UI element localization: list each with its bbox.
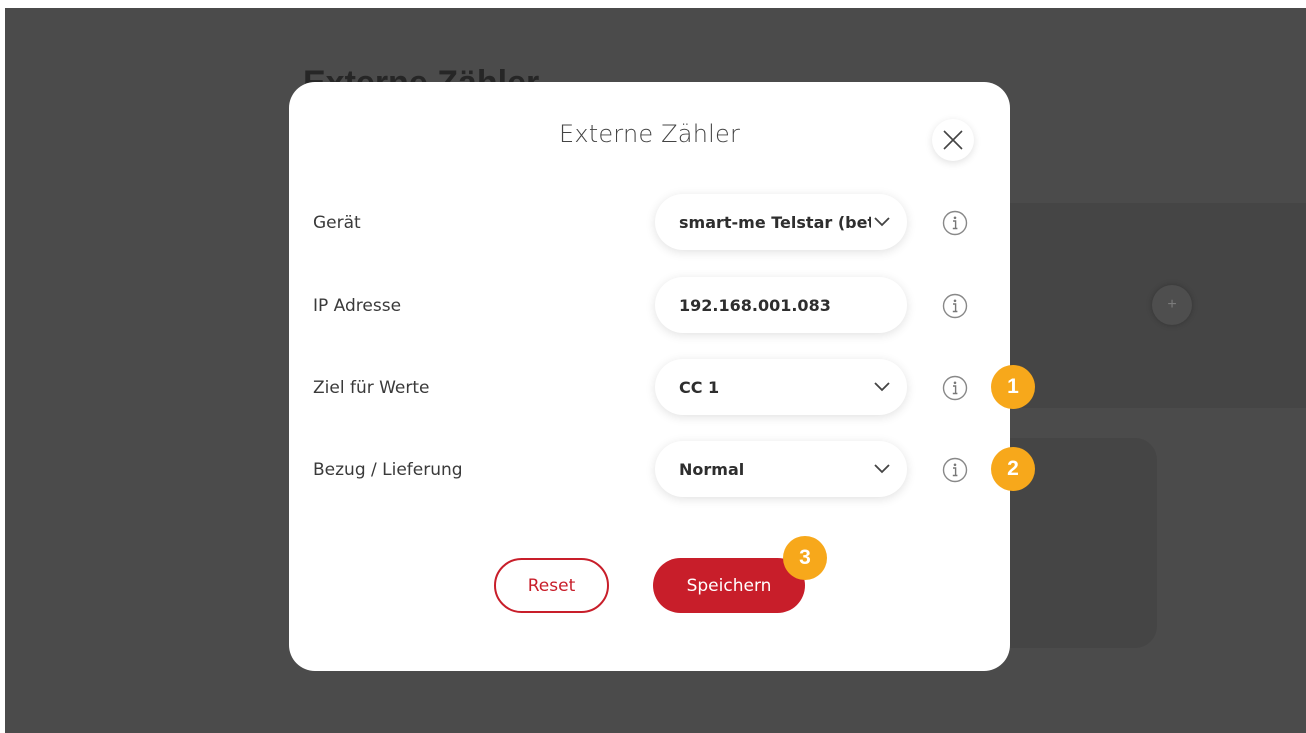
save-button[interactable]: Speichern <box>653 558 805 613</box>
consumption-delivery-label: Bezug / Lieferung <box>313 460 463 480</box>
consumption-delivery-select[interactable]: Normal <box>655 441 907 497</box>
info-icon[interactable] <box>941 292 969 320</box>
external-meter-dialog: Externe Zähler Gerät smart-me Telstar (b… <box>289 82 1010 671</box>
device-select[interactable]: smart-me Telstar (beta) <box>655 194 907 250</box>
ip-address-value: 192.168.001.083 <box>679 295 831 315</box>
target-select-value: CC 1 <box>679 377 720 397</box>
background-add-button: + <box>1152 285 1192 325</box>
close-button[interactable] <box>932 119 974 161</box>
chevron-down-icon <box>871 211 893 233</box>
device-select-value: smart-me Telstar (beta) <box>679 212 871 232</box>
ip-address-input[interactable]: 192.168.001.083 <box>655 277 907 333</box>
chevron-down-icon <box>871 376 893 398</box>
consumption-delivery-value: Normal <box>679 459 745 479</box>
reset-button[interactable]: Reset <box>494 558 609 613</box>
plus-icon: + <box>1167 296 1177 313</box>
annotation-badge: 1 <box>991 365 1035 409</box>
info-icon[interactable] <box>941 374 969 402</box>
chevron-down-icon <box>871 458 893 480</box>
info-icon[interactable] <box>941 456 969 484</box>
annotation-badge: 3 <box>783 536 827 580</box>
close-icon <box>943 130 963 150</box>
annotation-badge: 2 <box>991 447 1035 491</box>
ip-address-label: IP Adresse <box>313 296 402 316</box>
dialog-title: Externe Zähler <box>558 120 741 148</box>
info-icon[interactable] <box>941 209 969 237</box>
device-label: Gerät <box>313 213 361 233</box>
target-select[interactable]: CC 1 <box>655 359 907 415</box>
target-label: Ziel für Werte <box>313 378 430 398</box>
